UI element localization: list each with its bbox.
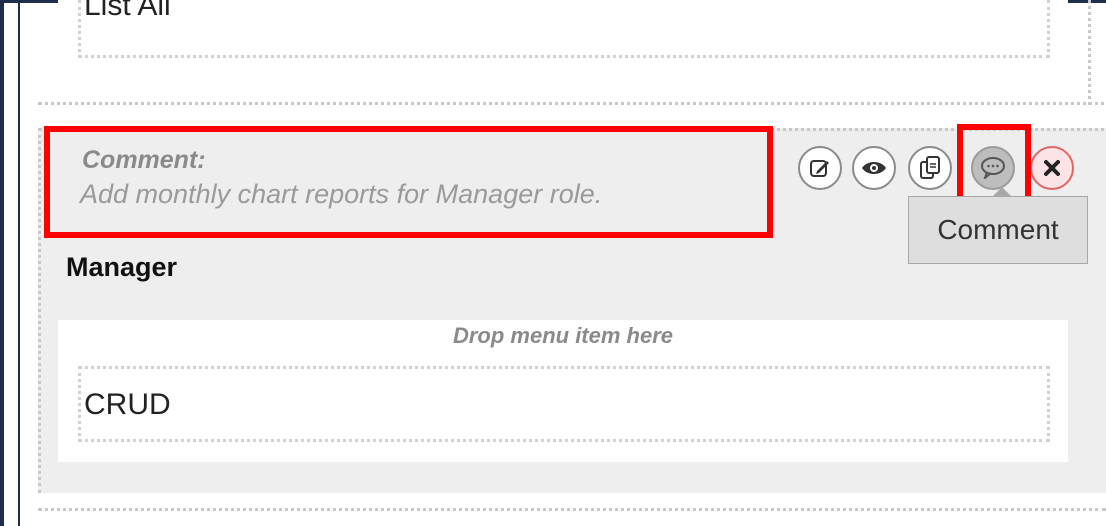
view-button[interactable]	[852, 146, 896, 190]
close-icon	[1044, 160, 1060, 176]
section-divider	[1088, 0, 1091, 105]
edit-icon	[810, 160, 829, 177]
edit-button[interactable]	[798, 146, 842, 190]
menu-item-list-all-label: List All	[84, 0, 171, 22]
comment-highlight-box	[44, 126, 773, 238]
delete-button[interactable]	[1030, 146, 1074, 190]
menu-item-crud-label: CRUD	[84, 388, 171, 421]
copy-button[interactable]	[908, 146, 952, 190]
comment-tooltip: Comment	[908, 196, 1088, 264]
drop-hint-text: Drop menu item here	[452, 323, 674, 348]
window-left-border	[0, 0, 4, 526]
menu-item-crud[interactable]	[78, 366, 1050, 442]
menu-item-list-all[interactable]	[78, 0, 1050, 58]
window-left-inner-border	[18, 0, 20, 526]
copy-icon	[920, 156, 940, 179]
role-title: Manager	[66, 252, 178, 282]
eye-icon	[862, 162, 886, 174]
next-section-divider	[38, 508, 1106, 511]
